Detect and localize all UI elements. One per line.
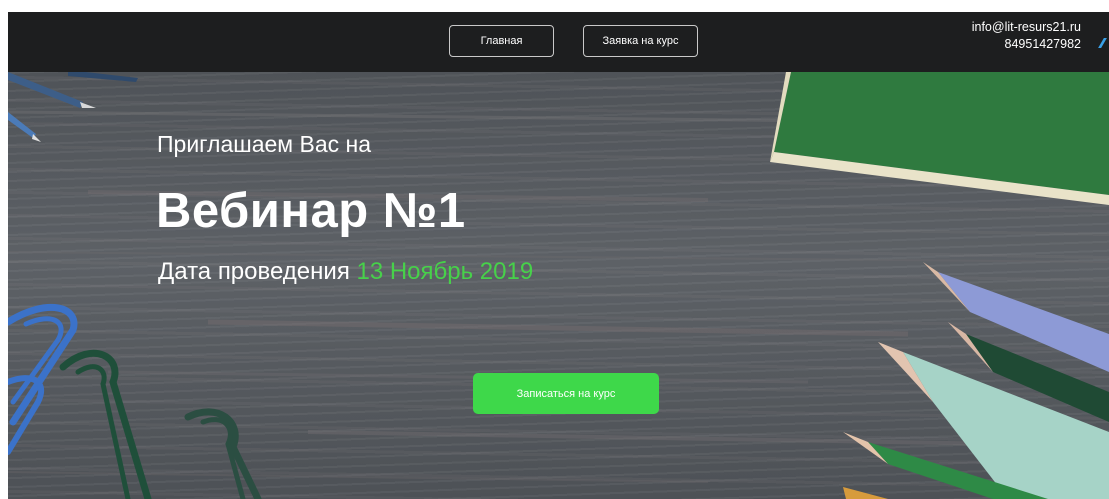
contact-info: info@lit-resurs21.ru 84951427982 [972,19,1081,53]
scroll-indicator-icon [1098,38,1109,48]
event-date-line: Дата проведения 13 Ноябрь 2019 [158,258,533,286]
signup-course-button[interactable]: Записаться на курс [473,373,659,414]
pencil-decoration [843,262,1109,499]
nav-home-button[interactable]: Главная [449,25,554,57]
pen-decoration [8,72,138,142]
hero-section: Приглашаем Вас на Вебинар №1 Дата провед… [8,72,1109,499]
paper-clip-decoration [8,304,262,499]
event-title: Вебинар №1 [156,184,466,238]
nav-apply-button[interactable]: Заявка на курс [583,25,698,57]
contact-phone-link[interactable]: 84951427982 [972,36,1081,53]
notebook-decoration [770,72,1109,205]
top-navbar: Главная Заявка на курс info@lit-resurs21… [8,12,1109,72]
contact-email-link[interactable]: info@lit-resurs21.ru [972,19,1081,36]
page-frame: Главная Заявка на курс info@lit-resurs21… [0,0,1109,499]
event-date-label: Дата проведения [158,258,357,285]
invite-text: Приглашаем Вас на [157,131,372,157]
event-date-value: 13 Ноябрь 2019 [356,258,534,285]
